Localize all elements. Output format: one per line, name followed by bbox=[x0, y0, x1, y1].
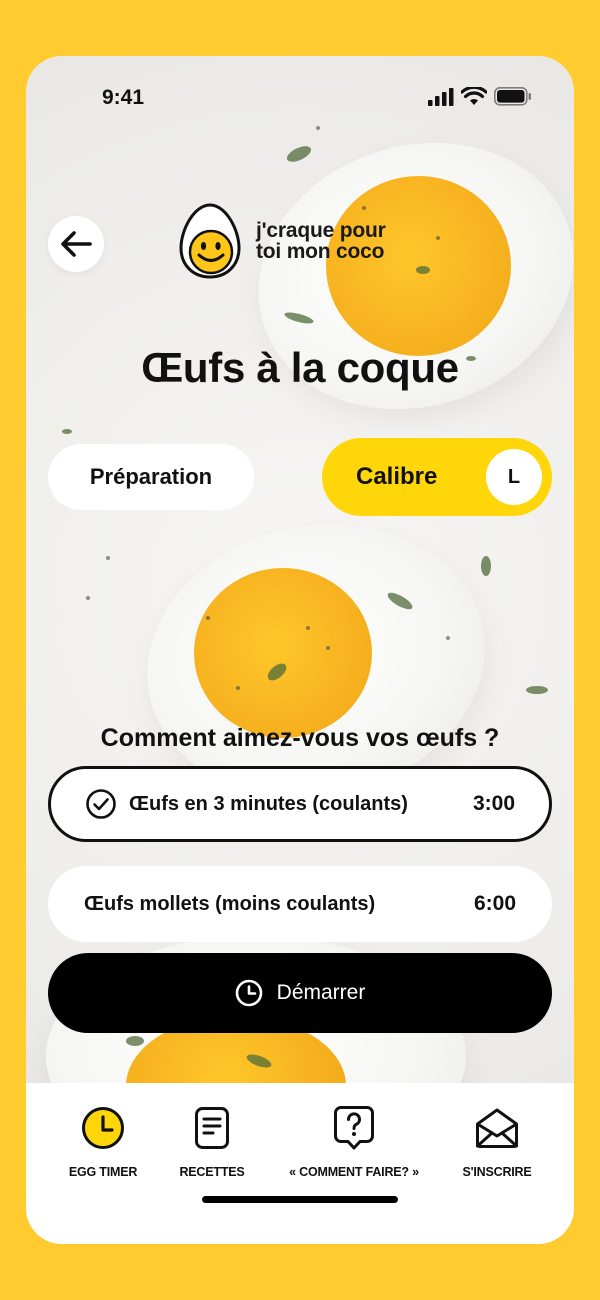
clock-icon bbox=[82, 1107, 124, 1149]
document-icon bbox=[195, 1107, 229, 1149]
nav-label: « COMMENT FAIRE? » bbox=[289, 1165, 419, 1179]
nav-label: RECETTES bbox=[179, 1165, 245, 1179]
brand-line-2: toi mon coco bbox=[256, 240, 385, 263]
bottom-navigation: EGG TIMER RECETTES « COMMENT FAIRE? » S'… bbox=[26, 1083, 574, 1244]
option-label: Œufs en 3 minutes (coulants) bbox=[129, 792, 408, 815]
nav-comment-faire[interactable]: « COMMENT FAIRE? » bbox=[279, 1105, 429, 1179]
calibre-button[interactable]: Calibre L bbox=[322, 438, 552, 516]
option-3-minutes[interactable]: Œufs en 3 minutes (coulants) 3:00 bbox=[48, 766, 552, 842]
status-bar: 9:41 bbox=[26, 56, 574, 142]
envelope-icon bbox=[476, 1108, 518, 1148]
calibre-label: Calibre bbox=[356, 463, 438, 490]
wifi-icon bbox=[461, 87, 487, 105]
option-label: Œufs mollets (moins coulants) bbox=[84, 892, 376, 915]
clock-icon bbox=[235, 979, 262, 1007]
smiling-egg-icon bbox=[179, 203, 241, 279]
nav-label: S'INSCRIRE bbox=[462, 1165, 532, 1179]
check-circle-icon bbox=[86, 789, 116, 819]
brand-name: j'craque pour toi mon coco bbox=[256, 220, 386, 262]
cooking-question: Comment aimez-vous vos œufs ? bbox=[100, 724, 500, 752]
home-indicator[interactable] bbox=[202, 1196, 398, 1203]
nav-recettes[interactable]: RECETTES bbox=[137, 1105, 287, 1179]
battery-icon bbox=[494, 87, 531, 106]
option-time: 3:00 bbox=[472, 792, 515, 815]
preparation-label: Préparation bbox=[89, 464, 213, 489]
page-title: Œufs à la coque bbox=[141, 344, 459, 391]
question-bubble-icon bbox=[334, 1106, 374, 1150]
cellular-signal-icon bbox=[428, 87, 454, 106]
phone-screen: 9:41 j'craque pour toi mon coco Œufs à l… bbox=[26, 56, 574, 1244]
status-time: 9:41 bbox=[102, 86, 145, 109]
arrow-left-icon bbox=[61, 231, 92, 257]
brand-line-1: j'craque pour bbox=[256, 219, 386, 242]
option-time: 6:00 bbox=[473, 892, 516, 915]
calibre-size-badge: L bbox=[486, 449, 542, 505]
option-6-minutes[interactable]: Œufs mollets (moins coulants) 6:00 bbox=[48, 866, 552, 942]
preparation-button[interactable]: Préparation bbox=[48, 444, 254, 510]
status-icons bbox=[428, 87, 532, 106]
nav-label: EGG TIMER bbox=[68, 1165, 138, 1179]
brand-logo: j'craque pour toi mon coco bbox=[178, 202, 386, 280]
start-button-label: Démarrer bbox=[276, 981, 366, 1004]
start-button[interactable]: Démarrer bbox=[48, 953, 552, 1033]
back-button[interactable] bbox=[48, 216, 104, 272]
nav-sinscrire[interactable]: S'INSCRIRE bbox=[422, 1105, 572, 1179]
